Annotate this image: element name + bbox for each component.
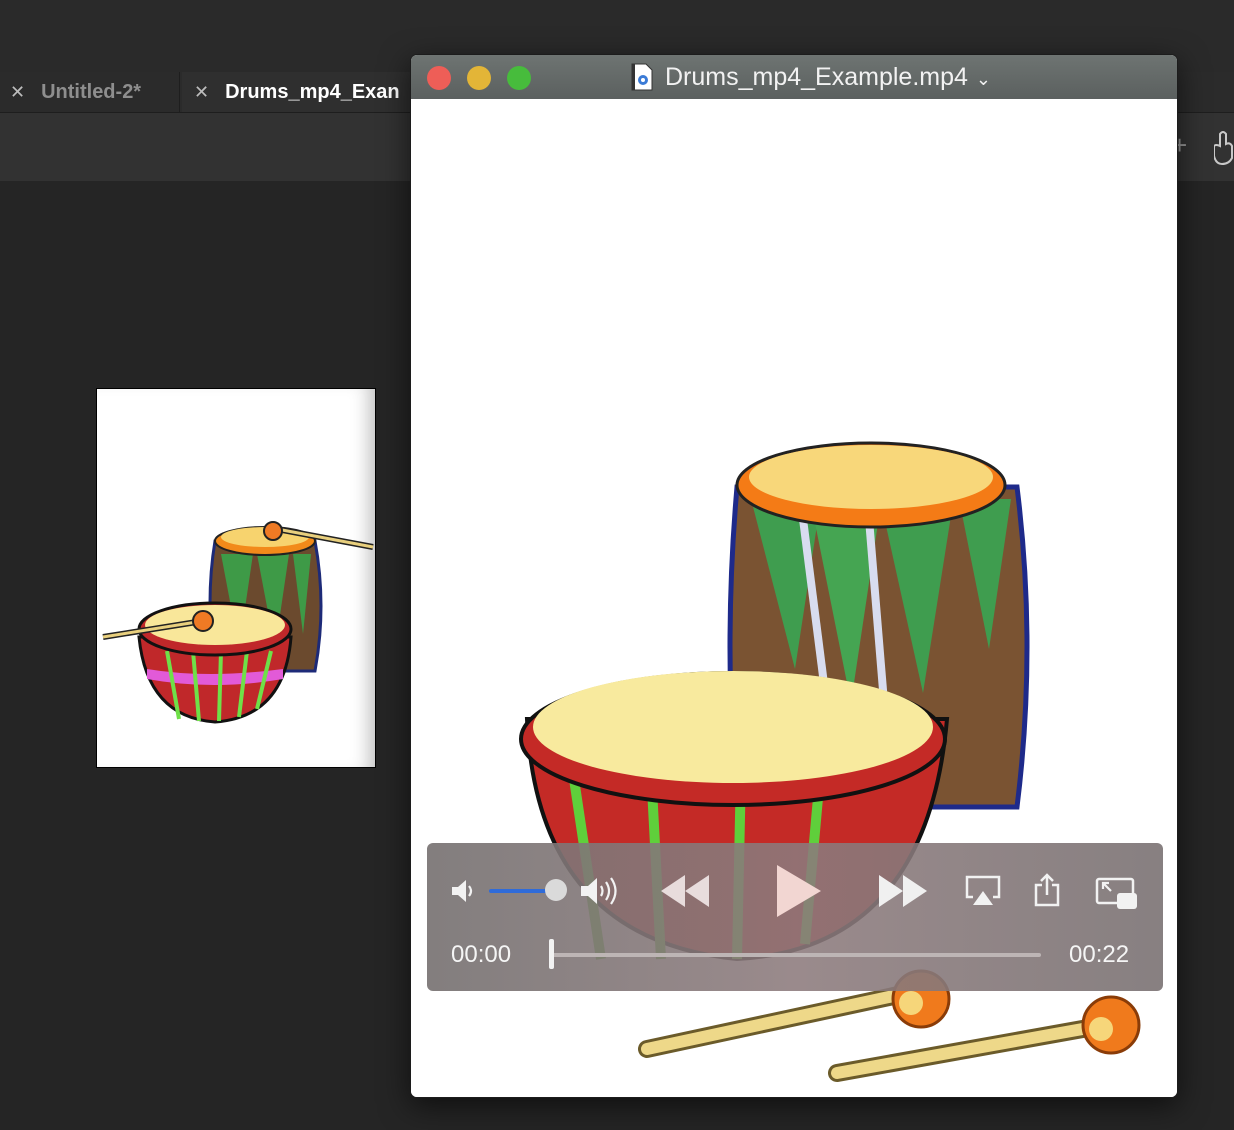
tab-label: Untitled-2* bbox=[41, 80, 142, 103]
tab-label: Drums_mp4_Exan bbox=[225, 80, 400, 103]
close-icon[interactable] bbox=[427, 66, 451, 90]
minimize-icon[interactable] bbox=[467, 66, 491, 90]
zoom-icon[interactable] bbox=[507, 66, 531, 90]
hand-tool-icon[interactable] bbox=[1214, 126, 1234, 166]
playback-controls: 00:00 00:22 bbox=[427, 843, 1163, 991]
rewind-icon[interactable] bbox=[659, 873, 711, 909]
window-title[interactable]: Drums_mp4_Example.mp4 ⌄ bbox=[611, 55, 1011, 99]
close-tab-icon[interactable]: ✕ bbox=[194, 82, 209, 103]
close-tab-icon[interactable]: ✕ bbox=[10, 82, 25, 103]
volume-high-icon[interactable] bbox=[579, 875, 623, 907]
timeline-scrubber[interactable] bbox=[551, 953, 1041, 957]
current-time: 00:00 bbox=[451, 941, 512, 968]
quicktime-player-window[interactable]: Drums_mp4_Example.mp4 ⌄ 00:00 00:22 bbox=[410, 54, 1178, 1098]
play-icon[interactable] bbox=[773, 863, 823, 919]
picture-in-picture-icon[interactable] bbox=[1095, 877, 1139, 911]
document-canvas-thumbnail[interactable] bbox=[96, 388, 376, 768]
volume-slider-knob[interactable] bbox=[545, 879, 567, 901]
window-titlebar[interactable]: Drums_mp4_Example.mp4 ⌄ bbox=[411, 55, 1177, 100]
chevron-down-icon[interactable]: ⌄ bbox=[976, 69, 991, 90]
tab-untitled-2[interactable]: ✕ Untitled-2* bbox=[0, 72, 180, 112]
airplay-icon[interactable] bbox=[965, 875, 1001, 907]
video-frame[interactable]: 00:00 00:22 bbox=[411, 99, 1177, 1097]
movie-file-icon bbox=[631, 63, 653, 91]
timeline-playhead[interactable] bbox=[549, 939, 554, 969]
total-duration: 00:22 bbox=[1069, 941, 1130, 968]
tab-drums-mp4[interactable]: ✕ Drums_mp4_Exan bbox=[182, 72, 422, 112]
share-icon[interactable] bbox=[1033, 873, 1061, 907]
volume-low-icon[interactable] bbox=[449, 877, 477, 905]
file-title: Drums_mp4_Example.mp4 bbox=[665, 62, 968, 91]
drums-illustration-small bbox=[102, 521, 374, 724]
fast-forward-icon[interactable] bbox=[877, 873, 929, 909]
